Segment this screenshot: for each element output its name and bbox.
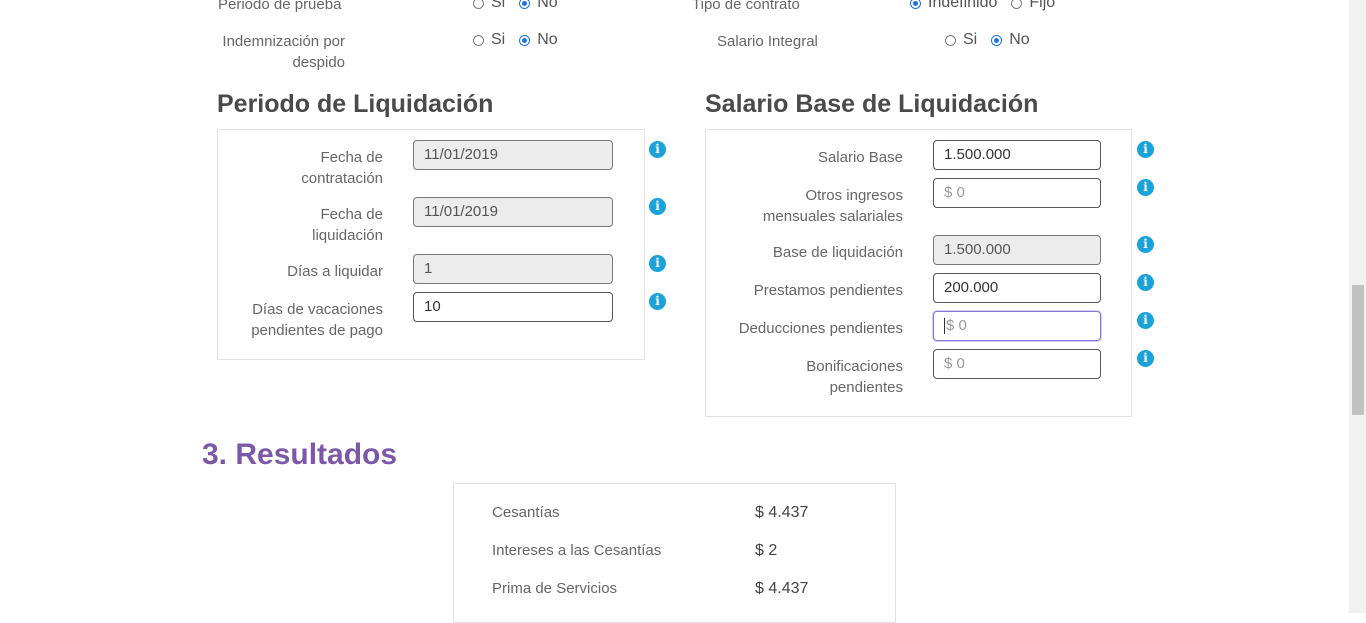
info-icon[interactable]: i — [1137, 179, 1154, 196]
tipo-contrato-fijo[interactable]: Fijo — [1011, 0, 1055, 12]
periodo-prueba-radios: Si No — [473, 0, 572, 12]
periodo-prueba-label: Periodo de prueba — [218, 0, 342, 13]
radio-icon[interactable] — [945, 34, 956, 46]
otros-ingresos-label: Otros ingresos mensuales salariales — [762, 187, 903, 225]
prestamos-field[interactable]: 200.000 — [933, 273, 1101, 303]
tipo-contrato-label: Tipo de contrato — [692, 0, 800, 13]
salario-base-field[interactable]: 1.500.000 — [933, 140, 1101, 170]
deducciones-field[interactable]: $ 0 — [933, 311, 1101, 341]
radio-selected-icon[interactable] — [991, 34, 1003, 46]
radio-selected-icon[interactable] — [519, 0, 531, 9]
prestamos-label: Prestamos pendientes — [753, 282, 903, 299]
radio-icon[interactable] — [473, 34, 484, 46]
info-icon[interactable]: i — [649, 198, 666, 215]
dias-vacaciones-label: Días de vacaciones pendientes de pago — [251, 301, 383, 339]
salario-base-label: Salario Base — [817, 149, 903, 166]
info-icon[interactable]: i — [1137, 141, 1154, 158]
tipo-contrato-indefinido[interactable]: Indefinido — [910, 0, 997, 12]
fecha-liquidacion-field[interactable]: 11/01/2019 — [413, 197, 613, 227]
fecha-contratacion-field[interactable]: 11/01/2019 — [413, 140, 613, 170]
base-liquidacion-field[interactable]: 1.500.000 — [933, 235, 1101, 265]
text-caret — [944, 318, 945, 335]
bonificaciones-label: Bonificaciones pendientes — [806, 358, 903, 396]
salario-title: Salario Base de Liquidación — [705, 90, 1039, 118]
prima-label: Prima de Servicios — [492, 580, 618, 597]
info-icon[interactable]: i — [649, 293, 666, 310]
salario-integral-radios: Si No — [945, 31, 1044, 49]
periodo-prueba-si[interactable]: Si — [473, 0, 505, 12]
deducciones-label: Deducciones pendientes — [738, 320, 903, 337]
cesantias-label: Cesantías — [492, 504, 560, 521]
scrollbar-thumb[interactable] — [1352, 285, 1364, 415]
bonificaciones-field[interactable]: $ 0 — [933, 349, 1101, 379]
otros-ingresos-field[interactable]: $ 0 — [933, 178, 1101, 208]
dias-vacaciones-field[interactable]: 10 — [413, 292, 613, 322]
periodo-title: Periodo de Liquidación — [217, 90, 494, 118]
indemnizacion-radios: Si No — [473, 31, 572, 49]
salario-integral-label: Salario Integral — [717, 33, 818, 50]
intereses-label: Intereses a las Cesantías — [492, 542, 662, 559]
info-icon[interactable]: i — [649, 141, 666, 158]
resultados-title: 3. Resultados — [202, 438, 398, 471]
indemnizacion-si[interactable]: Si — [473, 31, 505, 49]
intereses-value: $ 2 — [755, 542, 778, 559]
dias-liquidar-field[interactable]: 1 — [413, 254, 613, 284]
salario-integral-si[interactable]: Si — [945, 31, 977, 49]
info-icon[interactable]: i — [649, 255, 666, 272]
prima-value: $ 4.437 — [755, 580, 809, 597]
info-icon[interactable]: i — [1137, 350, 1154, 367]
cesantias-value: $ 4.437 — [755, 504, 809, 521]
base-liquidacion-label: Base de liquidación — [772, 244, 903, 261]
periodo-prueba-no[interactable]: No — [519, 0, 558, 12]
fecha-contratacion-label: Fecha de contratación — [301, 149, 383, 187]
info-icon[interactable]: i — [1137, 236, 1154, 253]
radio-icon[interactable] — [473, 0, 484, 9]
radio-selected-icon[interactable] — [519, 34, 531, 46]
fecha-liquidacion-label: Fecha de liquidación — [312, 206, 383, 244]
indemnizacion-label: Indemnización por despido — [222, 33, 345, 71]
info-icon[interactable]: i — [1137, 312, 1154, 329]
salario-integral-no[interactable]: No — [991, 31, 1030, 49]
tipo-contrato-radios: Indefinido Fijo — [910, 0, 1069, 12]
indemnizacion-no[interactable]: No — [519, 31, 558, 49]
scrollbar[interactable] — [1349, 0, 1366, 613]
info-icon[interactable]: i — [1137, 274, 1154, 291]
radio-selected-icon[interactable] — [910, 0, 921, 9]
dias-liquidar-label: Días a liquidar — [287, 263, 383, 280]
radio-icon[interactable] — [1011, 0, 1023, 9]
